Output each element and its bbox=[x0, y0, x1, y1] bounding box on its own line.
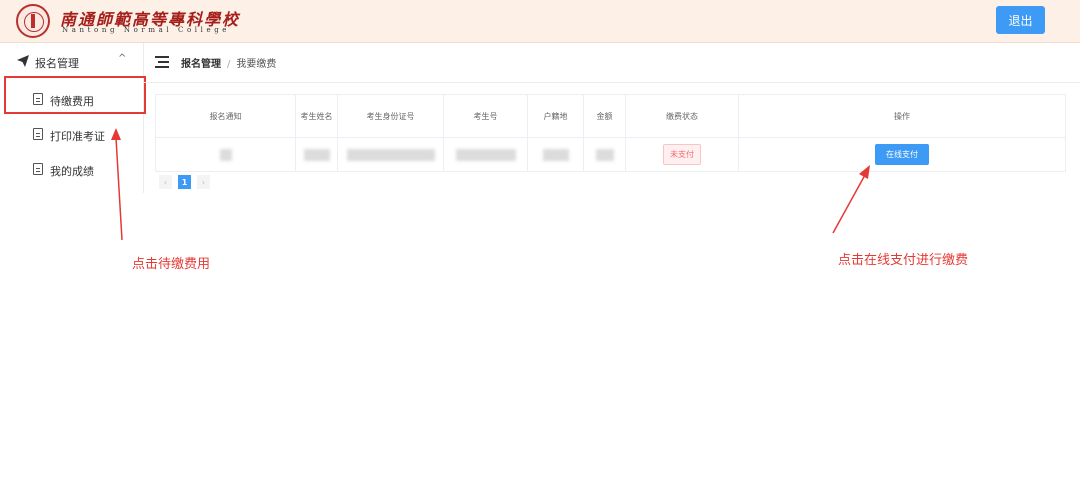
annotation-left: 点击待缴费用 bbox=[132, 257, 211, 272]
annotation-right: 点击在线支付进行缴费 bbox=[838, 253, 969, 268]
left-arrow-head bbox=[111, 128, 121, 140]
right-arrow-head bbox=[859, 165, 870, 179]
left-arrow-line bbox=[115, 137, 123, 241]
right-arrow-line bbox=[832, 174, 866, 234]
annotation-arrows bbox=[111, 128, 870, 241]
